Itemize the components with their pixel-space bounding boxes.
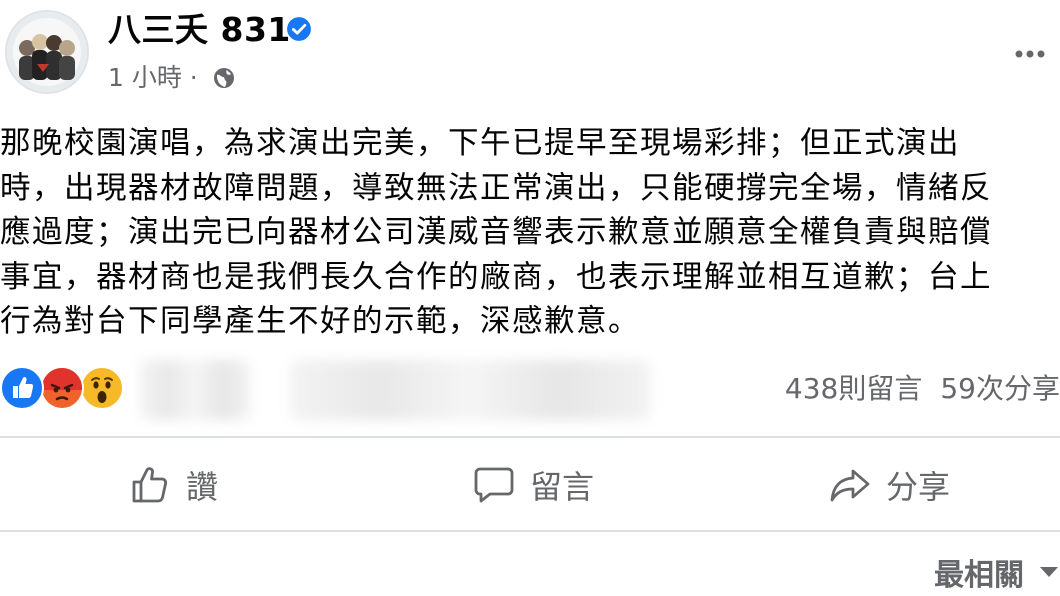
like-label: 讚 (186, 468, 219, 506)
share-label: 分享 (886, 468, 951, 506)
page-avatar[interactable] (5, 10, 89, 94)
share-arrow-icon (830, 469, 870, 502)
angry-reaction-icon (40, 366, 84, 410)
globe-icon (214, 68, 234, 88)
like-reaction-icon (0, 366, 44, 410)
wow-reaction-icon (80, 366, 124, 410)
engagement-counts: 438則留言 59次分享 (785, 370, 1060, 408)
chevron-down-icon (1040, 567, 1058, 577)
verified-badge-icon (287, 17, 311, 41)
comment-sort-dropdown[interactable]: 最相關 (934, 552, 1060, 593)
reactions-summary[interactable] (0, 366, 140, 412)
share-button[interactable]: 分享 (828, 446, 950, 524)
comment-bubble-icon (474, 467, 514, 503)
post-timestamp[interactable]: 1 小時 · (108, 62, 198, 94)
thumbs-up-icon (132, 467, 168, 503)
comment-button[interactable]: 留言 (472, 446, 594, 524)
share-count[interactable]: 59次分享 (940, 372, 1060, 405)
more-options-icon[interactable] (1010, 34, 1050, 74)
sort-label: 最相關 (934, 558, 1024, 593)
blurred-reaction-names (290, 360, 650, 420)
like-button[interactable]: 讚 (128, 446, 218, 524)
blurred-reaction-count (140, 360, 250, 420)
page-name[interactable]: 八三夭 831 (108, 10, 291, 50)
avatar-image (7, 12, 87, 92)
divider (0, 530, 1060, 532)
comment-count[interactable]: 438則留言 (785, 372, 922, 405)
comment-label: 留言 (530, 468, 595, 506)
post-body-text: 那晚校園演唱，為求演出完美，下午已提早至現場彩排；但正式演出 時，出現器材故障問… (0, 126, 992, 339)
divider (0, 436, 1060, 438)
